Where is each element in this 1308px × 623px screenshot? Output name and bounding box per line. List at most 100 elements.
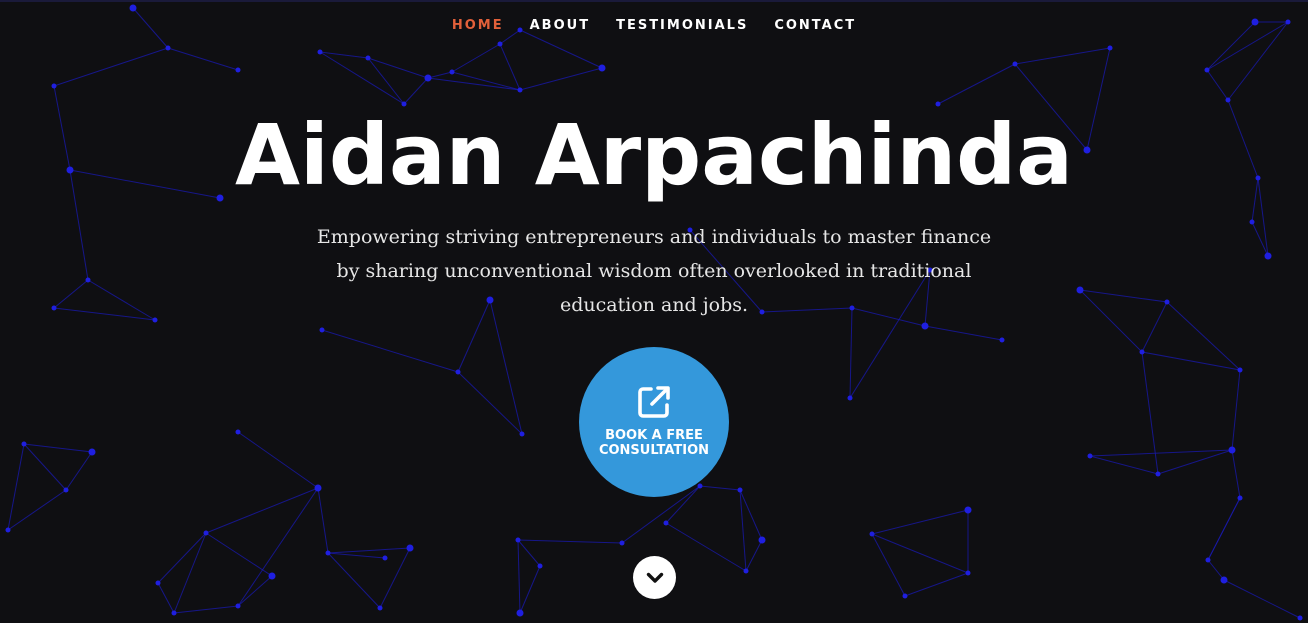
network-node	[663, 520, 669, 526]
network-node	[325, 550, 331, 556]
network-line	[1141, 351, 1241, 371]
network-node	[1076, 286, 1084, 294]
network-node	[317, 49, 323, 55]
network-node	[847, 395, 853, 401]
network-node	[1237, 495, 1243, 501]
main-nav: HOME ABOUT TESTIMONIALS CONTACT	[0, 18, 1308, 34]
network-node	[51, 305, 57, 311]
hero-title: Aidan Arpachinda	[235, 106, 1073, 204]
network-line	[871, 509, 969, 535]
network-node	[1264, 252, 1272, 260]
network-node	[235, 429, 241, 435]
network-line	[173, 532, 207, 614]
network-node	[1012, 61, 1018, 67]
network-line	[937, 63, 1016, 105]
network-line	[319, 51, 369, 59]
network-line	[173, 605, 239, 614]
network-line	[205, 532, 273, 577]
scroll-down-button[interactable]	[633, 556, 676, 599]
network-line	[53, 47, 169, 87]
network-line	[451, 43, 501, 73]
network-node	[5, 527, 11, 533]
network-node	[455, 369, 461, 375]
network-node	[1087, 453, 1093, 459]
network-line	[237, 487, 319, 607]
network-node	[1220, 576, 1228, 584]
network-line	[457, 371, 523, 435]
network-line	[1207, 497, 1241, 561]
network-line	[157, 532, 207, 584]
network-line	[665, 522, 747, 572]
network-line	[237, 431, 319, 489]
network-line	[427, 77, 521, 91]
network-node	[1164, 299, 1170, 305]
network-line	[1141, 301, 1168, 353]
network-node	[902, 593, 908, 599]
network-node	[449, 69, 455, 75]
network-node	[51, 83, 57, 89]
network-line	[427, 71, 453, 79]
nav-testimonials[interactable]: TESTIMONIALS	[616, 18, 748, 34]
nav-about[interactable]: ABOUT	[530, 18, 590, 34]
network-line	[367, 57, 405, 105]
network-node	[88, 448, 96, 456]
network-node	[743, 568, 749, 574]
network-node	[171, 610, 177, 616]
network-line	[519, 565, 541, 614]
network-line	[53, 279, 89, 309]
network-node	[1139, 349, 1145, 355]
network-line	[321, 329, 459, 373]
network-line	[1014, 47, 1111, 65]
network-node	[377, 605, 383, 611]
network-line	[367, 57, 429, 79]
network-node	[63, 487, 69, 493]
network-node	[869, 531, 875, 537]
network-node	[1249, 219, 1255, 225]
network-line	[65, 451, 93, 491]
network-line	[517, 539, 541, 567]
network-line	[745, 539, 763, 572]
network-line	[157, 582, 175, 614]
network-node	[697, 483, 703, 489]
network-line	[167, 47, 239, 71]
network-line	[1079, 289, 1168, 303]
network-line	[871, 533, 906, 597]
network-node	[129, 4, 137, 12]
network-line	[924, 325, 1003, 341]
network-node	[155, 580, 161, 586]
network-node	[165, 45, 171, 51]
network-line	[1141, 351, 1159, 475]
network-node	[1204, 67, 1210, 73]
network-line	[205, 487, 319, 534]
network-line	[317, 487, 329, 554]
network-line	[7, 443, 25, 531]
network-node	[1205, 557, 1211, 563]
network-line	[327, 547, 411, 554]
network-node	[152, 317, 158, 323]
top-border	[0, 0, 1308, 2]
network-line	[1231, 369, 1241, 451]
network-node	[758, 536, 766, 544]
network-line	[871, 533, 969, 574]
network-line	[1089, 449, 1233, 457]
network-line	[451, 71, 521, 91]
network-node	[537, 563, 543, 569]
network-node	[235, 67, 241, 73]
network-line	[1231, 449, 1241, 499]
network-node	[737, 487, 743, 493]
network-node	[1237, 367, 1243, 373]
book-consultation-button[interactable]: BOOK A FREE CONSULTATION	[579, 347, 729, 497]
network-line	[23, 443, 67, 491]
nav-home[interactable]: HOME	[452, 18, 504, 34]
network-node	[268, 572, 276, 580]
hero-tagline: Empowering striving entrepreneurs and in…	[316, 226, 992, 316]
network-line	[7, 489, 67, 531]
network-node	[619, 540, 625, 546]
network-line	[23, 443, 93, 453]
network-node	[964, 506, 972, 514]
network-node	[1297, 615, 1303, 621]
nav-contact[interactable]: CONTACT	[774, 18, 856, 34]
network-line	[319, 51, 405, 105]
cta-label: BOOK A FREE CONSULTATION	[598, 428, 710, 458]
network-line	[1223, 579, 1301, 619]
